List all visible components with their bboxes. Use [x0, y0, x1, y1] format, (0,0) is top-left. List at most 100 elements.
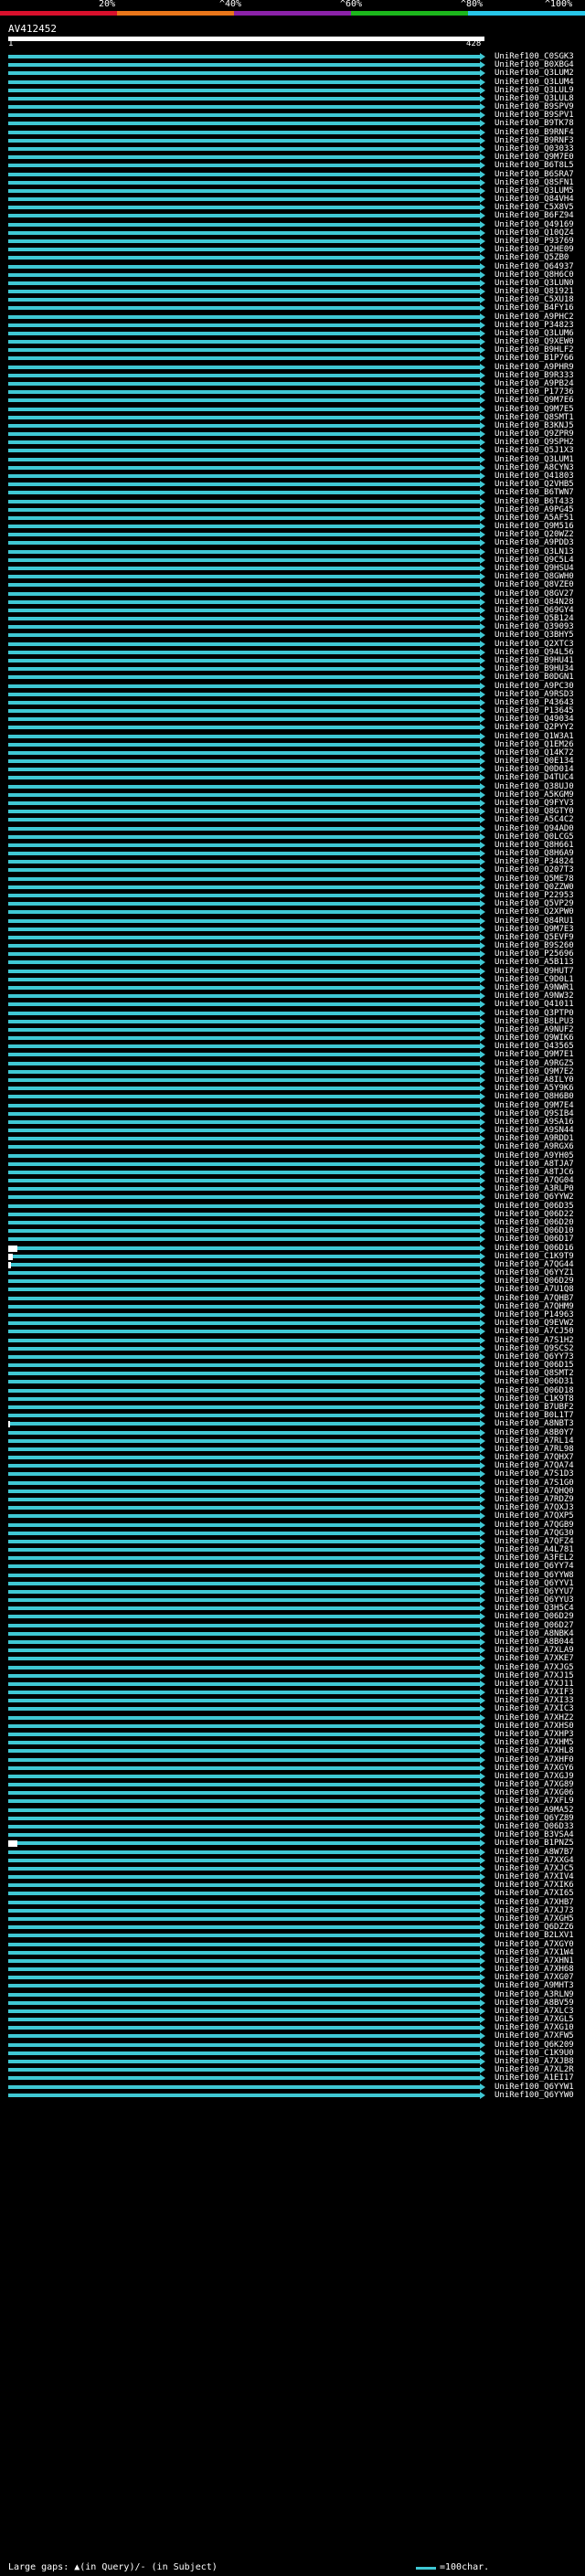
hit-row[interactable]: UniRef100_B0DGN1 — [0, 673, 585, 682]
alignment-arrow — [480, 1739, 485, 1747]
alignment-arrow — [480, 1160, 485, 1168]
alignment-bar — [8, 1665, 480, 1670]
hit-id-link[interactable]: UniRef100_B0DGN1 — [495, 673, 574, 682]
hit-row[interactable]: UniRef100_A7XHL8 — [0, 1747, 585, 1755]
alignment-bar — [8, 935, 480, 939]
alignment-bar — [8, 684, 480, 688]
alignment-bar — [8, 717, 480, 722]
alignment-arrow — [480, 800, 485, 808]
hit-row[interactable]: UniRef100_Q8VZE0 — [0, 581, 585, 589]
hit-id-link[interactable]: UniRef100_Q41011 — [495, 1001, 574, 1009]
alignment-arrow — [480, 564, 485, 572]
hit-id-link[interactable]: UniRef100_A7CJ50 — [495, 1328, 574, 1336]
alignment-bar — [8, 1279, 480, 1284]
query-bar — [8, 37, 484, 41]
alignment-bar — [8, 356, 480, 361]
alignment-arrow — [480, 892, 485, 899]
alignment-arrow — [480, 1940, 485, 1948]
alignment-arrow — [480, 1202, 485, 1210]
alignment-bar — [8, 1271, 480, 1276]
alignment-bar — [8, 1741, 480, 1745]
alignment-arrow — [480, 1797, 485, 1806]
alignment-bar — [8, 1077, 480, 1082]
alignment-bar — [8, 1422, 480, 1426]
hit-id-link[interactable]: UniRef100_Q8VZE0 — [495, 581, 574, 589]
alignment-bar — [8, 1992, 480, 1997]
alignment-bar — [8, 122, 480, 126]
hit-row[interactable]: UniRef100_B6TWN7 — [0, 489, 585, 497]
alignment-arrow — [480, 883, 485, 891]
hit-row[interactable]: UniRef100_Q41011 — [0, 1001, 585, 1009]
hit-row[interactable]: UniRef100_B2LXV1 — [0, 1932, 585, 1940]
alignment-arrow — [480, 707, 485, 716]
alignment-bar — [8, 172, 480, 176]
hit-row[interactable]: UniRef100_Q3LUM2 — [0, 69, 585, 78]
hit-id-link[interactable]: UniRef100_A8NBT3 — [495, 1420, 574, 1428]
hit-id-link[interactable]: UniRef100_A7QXP5 — [495, 1512, 574, 1521]
hit-id-link[interactable]: UniRef100_B6TWN7 — [495, 489, 574, 497]
alignment-bar — [8, 1522, 480, 1527]
alignment-arrow — [480, 1856, 485, 1864]
alignment-bar — [8, 415, 480, 419]
alignment-arrow — [480, 1370, 485, 1378]
alignment-arrow — [480, 1344, 485, 1352]
alignment-bar — [8, 1807, 480, 1812]
hit-row[interactable]: UniRef100_Q8H6B0 — [0, 1093, 585, 1101]
alignment-bar — [8, 1539, 480, 1543]
alignment-arrow — [480, 1227, 485, 1235]
alignment-arrow — [480, 296, 485, 304]
alignment-arrow — [480, 388, 485, 397]
hit-id-link[interactable]: UniRef100_Q2XPW0 — [495, 908, 574, 917]
alignment-arrow — [480, 1320, 485, 1328]
identity-band-segment — [0, 11, 117, 16]
hit-row[interactable]: UniRef100_B1PNZ5 — [0, 1839, 585, 1848]
hit-row[interactable]: UniRef100_Q2XPW0 — [0, 908, 585, 917]
alignment-bar — [8, 1153, 480, 1158]
hit-row[interactable]: UniRef100_Q6YYW0 — [0, 2091, 585, 2100]
hit-id-link[interactable]: UniRef100_B6T8L5 — [495, 162, 574, 170]
alignment-bar — [8, 1598, 480, 1603]
alignment-arrow — [480, 380, 485, 388]
alignment-bar — [8, 373, 480, 377]
alignment-gap-marker — [8, 1245, 17, 1252]
alignment-bar — [8, 734, 480, 738]
alignment-bar — [8, 742, 480, 747]
hit-id-link[interactable]: UniRef100_Q6YYW0 — [495, 2091, 574, 2100]
alignment-arrow — [480, 1219, 485, 1227]
alignment-arrow — [480, 1713, 485, 1722]
hit-id-link[interactable]: UniRef100_B2LXV1 — [495, 1932, 574, 1940]
alignment-arrow — [480, 547, 485, 556]
alignment-bar — [8, 1456, 480, 1460]
alignment-arrow — [480, 186, 485, 195]
alignment-arrow — [480, 1487, 485, 1495]
alignment-arrow — [480, 1302, 485, 1310]
alignment-bar — [8, 776, 480, 780]
hit-id-link[interactable]: UniRef100_A7XHL8 — [495, 1747, 574, 1755]
alignment-bar — [8, 306, 480, 311]
hit-row[interactable]: UniRef100_B6T8L5 — [0, 162, 585, 170]
alignment-bar — [8, 113, 480, 118]
hit-row[interactable]: UniRef100_A7QXP5 — [0, 1512, 585, 1521]
hit-id-link[interactable]: UniRef100_Q8H6B0 — [495, 1093, 574, 1101]
alignment-bar — [8, 1908, 480, 1913]
hit-id-link[interactable]: UniRef100_Q3LUM2 — [495, 69, 574, 78]
alignment-arrow — [480, 758, 485, 766]
alignment-bar — [8, 1372, 480, 1376]
alignment-bar — [8, 1405, 480, 1409]
alignment-arrow — [480, 1671, 485, 1680]
alignment-arrow — [480, 447, 485, 455]
alignment-gap-marker — [8, 1261, 11, 1268]
hit-row[interactable]: UniRef100_A8NBT3 — [0, 1420, 585, 1428]
alignment-bar — [8, 960, 480, 965]
hit-row[interactable]: UniRef100_Q5ZB0 — [0, 254, 585, 262]
alignment-arrow — [480, 1428, 485, 1436]
alignment-bar — [8, 608, 480, 612]
hit-id-link[interactable]: UniRef100_B1PNZ5 — [495, 1839, 574, 1848]
hit-row[interactable]: UniRef100_A7CJ50 — [0, 1328, 585, 1336]
alignment-arrow — [480, 270, 485, 279]
hit-id-link[interactable]: UniRef100_Q5ZB0 — [495, 254, 569, 262]
alignment-arrow — [480, 1906, 485, 1914]
alignment-bar — [8, 1246, 480, 1250]
alignment-arrow — [480, 514, 485, 522]
alignment-arrow — [480, 170, 485, 178]
